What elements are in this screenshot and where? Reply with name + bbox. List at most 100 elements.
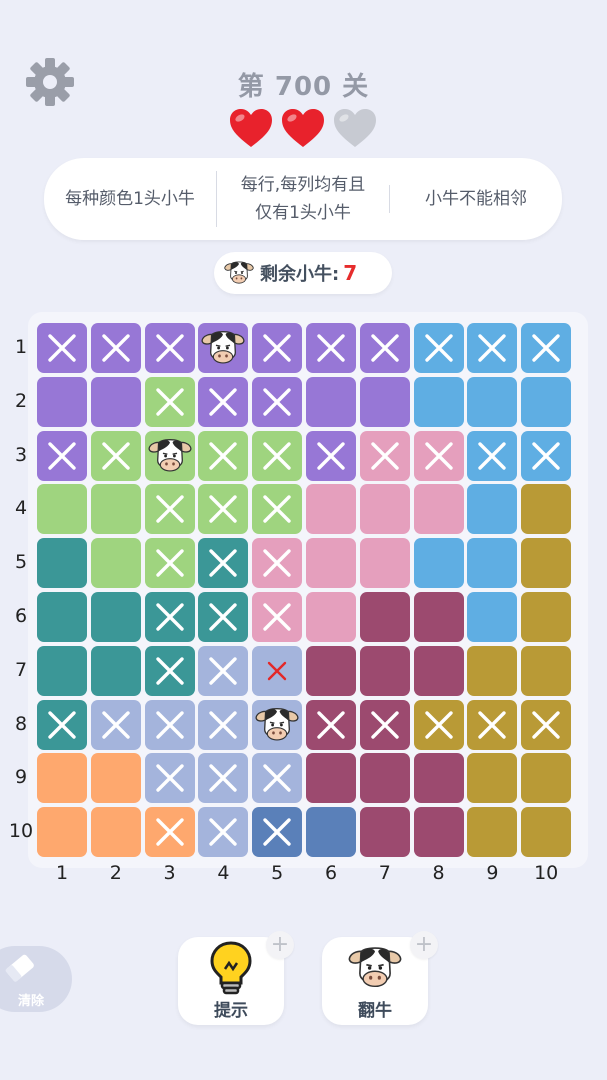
grid-cell[interactable] [90, 592, 141, 642]
clear-button[interactable]: 清除 [0, 946, 72, 1012]
grid-cell[interactable] [467, 376, 518, 427]
grid-cell[interactable] [90, 323, 141, 373]
grid-cell[interactable] [90, 699, 141, 750]
grid-cell[interactable] [198, 807, 249, 858]
grid-cell[interactable] [90, 538, 141, 589]
grid-cell[interactable] [413, 699, 464, 750]
grid-cell[interactable] [359, 484, 410, 535]
grid-cell[interactable] [306, 699, 356, 750]
grid-cell[interactable] [306, 484, 356, 535]
grid-cell[interactable] [198, 430, 249, 481]
grid-cell[interactable] [90, 484, 141, 535]
grid-cell[interactable] [359, 645, 410, 696]
grid-cell[interactable] [521, 376, 572, 427]
grid-cell[interactable] [37, 699, 87, 750]
grid-cell[interactable] [306, 592, 356, 642]
grid-cell[interactable] [90, 645, 141, 696]
grid-cell[interactable] [144, 430, 195, 481]
grid-cell[interactable] [198, 376, 249, 427]
grid-cell[interactable] [359, 807, 410, 858]
grid-cell[interactable] [198, 753, 249, 804]
grid-cell[interactable] [37, 538, 87, 589]
add-hint-plus-icon[interactable]: + [266, 931, 294, 959]
grid-cell[interactable] [90, 807, 141, 858]
grid-cell[interactable] [90, 376, 141, 427]
grid-cell[interactable] [37, 807, 87, 858]
grid-cell[interactable] [521, 592, 572, 642]
grid-cell[interactable] [252, 807, 303, 858]
grid-cell[interactable] [306, 645, 356, 696]
grid-cell[interactable] [37, 430, 87, 481]
grid-cell[interactable] [306, 430, 356, 481]
grid-cell[interactable] [359, 592, 410, 642]
grid-cell[interactable] [252, 430, 303, 481]
grid-cell[interactable] [359, 323, 410, 373]
grid-cell[interactable] [144, 376, 195, 427]
grid-cell[interactable] [521, 484, 572, 535]
grid-cell[interactable] [306, 323, 356, 373]
grid-cell[interactable] [413, 376, 464, 427]
grid-cell[interactable] [144, 484, 195, 535]
grid-cell[interactable] [306, 376, 356, 427]
grid-cell[interactable] [521, 807, 572, 858]
grid-cell[interactable] [467, 538, 518, 589]
grid-cell[interactable] [467, 807, 518, 858]
grid-cell[interactable] [37, 592, 87, 642]
grid-cell[interactable] [359, 753, 410, 804]
grid-cell[interactable] [467, 430, 518, 481]
grid-cell[interactable] [144, 753, 195, 804]
grid-cell[interactable] [413, 753, 464, 804]
grid-cell[interactable] [252, 592, 303, 642]
grid-cell[interactable] [413, 430, 464, 481]
grid-cell[interactable] [198, 699, 249, 750]
grid-cell[interactable] [359, 538, 410, 589]
grid-cell[interactable] [413, 592, 464, 642]
grid-cell[interactable] [413, 323, 464, 373]
grid-cell[interactable] [521, 699, 572, 750]
grid-cell[interactable] [198, 592, 249, 642]
hint-button[interactable]: 提示 + [178, 931, 294, 1025]
grid-cell[interactable] [359, 430, 410, 481]
grid-cell[interactable] [90, 753, 141, 804]
grid-cell[interactable] [37, 484, 87, 535]
grid-cell[interactable] [467, 484, 518, 535]
grid-cell[interactable] [306, 807, 356, 858]
grid-cell[interactable] [252, 753, 303, 804]
grid-cell[interactable] [37, 376, 87, 427]
grid-cell[interactable] [252, 484, 303, 535]
grid-cell[interactable] [252, 645, 303, 696]
grid-cell[interactable] [198, 484, 249, 535]
grid-cell[interactable] [521, 645, 572, 696]
grid-cell[interactable] [306, 753, 356, 804]
grid-cell[interactable] [252, 376, 303, 427]
grid-cell[interactable] [521, 430, 572, 481]
grid-cell[interactable] [413, 484, 464, 535]
grid-cell[interactable] [521, 538, 572, 589]
grid-cell[interactable] [144, 592, 195, 642]
grid-cell[interactable] [467, 592, 518, 642]
grid-cell[interactable] [37, 645, 87, 696]
grid-cell[interactable] [37, 753, 87, 804]
grid-cell[interactable] [467, 323, 518, 373]
grid-cell[interactable] [467, 699, 518, 750]
grid-cell[interactable] [359, 699, 410, 750]
grid-cell[interactable] [413, 645, 464, 696]
grid-cell[interactable] [144, 323, 195, 373]
grid-cell[interactable] [413, 807, 464, 858]
grid-cell[interactable] [144, 538, 195, 589]
grid-cell[interactable] [521, 323, 572, 373]
grid-cell[interactable] [252, 538, 303, 589]
grid-cell[interactable] [252, 699, 303, 750]
grid-cell[interactable] [198, 323, 249, 373]
grid-cell[interactable] [144, 699, 195, 750]
grid-cell[interactable] [198, 645, 249, 696]
grid-cell[interactable] [198, 538, 249, 589]
grid-cell[interactable] [144, 807, 195, 858]
grid-cell[interactable] [413, 538, 464, 589]
grid-cell[interactable] [359, 376, 410, 427]
flip-cow-button[interactable]: 翻牛 + [322, 931, 438, 1025]
grid-cell[interactable] [90, 430, 141, 481]
grid-cell[interactable] [521, 753, 572, 804]
grid-cell[interactable] [144, 645, 195, 696]
grid-cell[interactable] [306, 538, 356, 589]
